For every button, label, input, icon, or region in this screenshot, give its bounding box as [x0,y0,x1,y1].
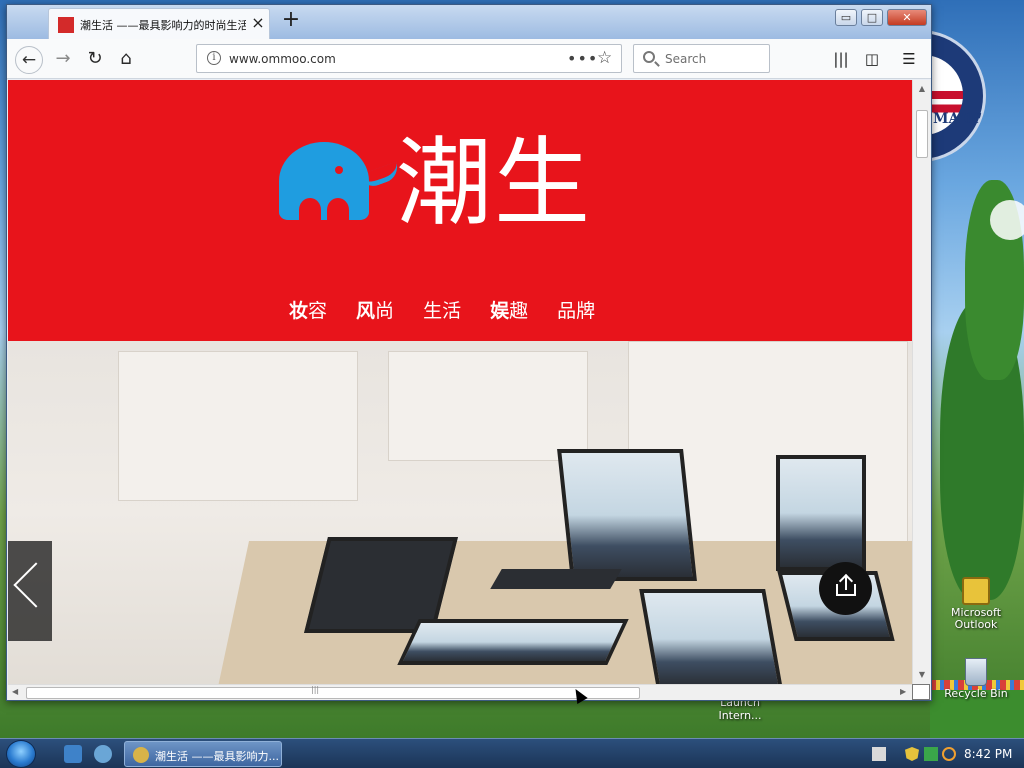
hero-carousel[interactable] [8,341,912,684]
sidebar-button[interactable]: ◫ [860,47,884,71]
laptop-image [639,589,783,684]
share-button[interactable] [819,562,872,615]
share-arrow-icon [845,576,847,590]
nav-bold: 风 [356,300,376,322]
reload-button[interactable]: ↻ [81,46,109,74]
site-info-icon[interactable]: i [207,51,221,65]
forward-button[interactable]: → [49,46,77,74]
outlook-icon [962,577,990,605]
site-nav: 妆容 风尚 生活 娱趣 品牌 [289,296,624,323]
back-button[interactable]: ← [15,46,43,74]
wall-panel [388,351,588,461]
network-icon[interactable] [924,747,938,761]
tab-title: 潮生活 ——最具影响力的时尚生活 [80,19,246,32]
nav-bold: 妆 [289,300,309,322]
tab-strip: 潮生活 ——最具影响力的时尚生活 × + ▭ □ ✕ [7,5,931,39]
minimize-button[interactable]: ▭ [835,9,857,26]
site-nav-item-brand[interactable]: 品牌 [557,296,595,323]
desktop-icon-outlook[interactable]: Microsoft Outlook [938,577,1014,631]
shield-icon[interactable] [905,747,919,761]
vertical-scrollbar[interactable]: ▲ ▼ [912,80,930,684]
site-nav-item-makeup[interactable]: 妆容 [289,296,327,323]
nav-rest: 生活 [423,300,462,322]
scroll-grip-icon: ||| [311,685,320,694]
taskbar-clock[interactable]: 8:42 PM [964,747,1012,761]
sidebar-icon: ◫ [864,50,880,68]
taskbar-item-label: 潮生活 ——最具影响力... [155,750,279,763]
internet-explorer-icon[interactable] [94,745,112,763]
nav-rest: 趣 [509,300,529,322]
url-text[interactable]: www.ommoo.com [229,52,336,66]
page-content: 潮生 妆容 风尚 生活 娱趣 品牌 [8,80,912,684]
chevron-left-icon [13,562,59,608]
horizontal-scrollbar[interactable]: ◀ ||| ▶ [8,684,912,700]
firefox-icon [133,747,149,763]
taskbar: 潮生活 ——最具影响力... 8:42 PM [0,738,1024,768]
home-button[interactable]: ⌂ [112,46,140,74]
desktop-cloud [990,200,1024,240]
maximize-button[interactable]: □ [861,9,883,26]
search-input[interactable]: Search [633,44,770,73]
laptop-image [557,449,697,581]
laptop-image [397,619,629,665]
taskbar-item-browser[interactable]: 潮生活 ——最具影响力... [124,741,282,767]
search-tray-icon[interactable] [942,747,956,761]
desktop-icon-recycle-bin[interactable]: Recycle Bin [938,658,1014,700]
start-button[interactable] [6,740,36,768]
scrollbar-corner [912,684,930,700]
site-favicon-icon [58,17,74,33]
laptop-image [776,455,866,571]
show-desktop-icon[interactable] [64,745,82,763]
back-arrow-icon: ← [21,50,37,70]
new-tab-button[interactable]: + [279,9,303,33]
home-icon: ⌂ [120,48,132,69]
elephant-logo-icon[interactable] [279,142,371,222]
reload-icon: ↻ [87,48,103,69]
url-bar[interactable]: i www.ommoo.com ••• ☆ [196,44,622,73]
library-icon: ||| [833,50,849,68]
site-nav-item-fashion[interactable]: 风尚 [356,296,394,323]
page-actions-icon[interactable]: ••• [567,49,598,68]
site-nav-item-life[interactable]: 生活 [423,296,461,323]
tab-close-icon[interactable]: × [249,14,267,32]
menu-button[interactable]: ☰ [897,47,921,71]
search-icon [643,51,655,63]
close-button[interactable]: ✕ [887,9,927,26]
scroll-down-icon[interactable]: ▼ [917,670,927,679]
scroll-right-icon[interactable]: ▶ [900,687,906,696]
navigation-toolbar: ← → ↻ ⌂ i www.ommoo.com ••• ☆ Search |||… [7,39,931,79]
poster-text: MA'08 [933,111,984,127]
nav-bold: 娱 [490,300,510,322]
vertical-scroll-thumb[interactable] [916,110,928,158]
bookmark-star-icon[interactable]: ☆ [597,48,612,68]
site-logo-text[interactable]: 潮生 [396,128,592,238]
hamburger-menu-icon: ☰ [902,50,916,68]
nav-rest: 品牌 [557,300,596,322]
site-header: 潮生 妆容 风尚 生活 娱趣 品牌 [8,80,912,341]
keyboard-icon[interactable] [872,747,886,761]
carousel-prev-button[interactable] [8,541,59,641]
forward-arrow-icon: → [55,48,71,69]
nav-rest: 容 [308,300,328,322]
search-placeholder: Search [665,52,707,66]
desktop-icon-label: Recycle Bin [944,687,1008,700]
tab-active[interactable]: 潮生活 ——最具影响力的时尚生活 × [48,8,270,39]
scroll-up-icon[interactable]: ▲ [917,84,927,93]
scroll-left-icon[interactable]: ◀ [12,687,18,696]
recycle-bin-icon [965,658,987,686]
laptop-keyboard [490,569,622,589]
browser-window: 潮生活 ——最具影响力的时尚生活 × + ▭ □ ✕ ← → ↻ ⌂ i www… [6,4,932,701]
nav-rest: 尚 [375,300,395,322]
library-button[interactable]: ||| [829,47,853,71]
desktop-icon-label: Microsoft Outlook [950,606,1002,631]
horizontal-scroll-thumb[interactable] [26,687,640,699]
wall-panel [118,351,358,501]
site-nav-item-fun[interactable]: 娱趣 [490,296,528,323]
